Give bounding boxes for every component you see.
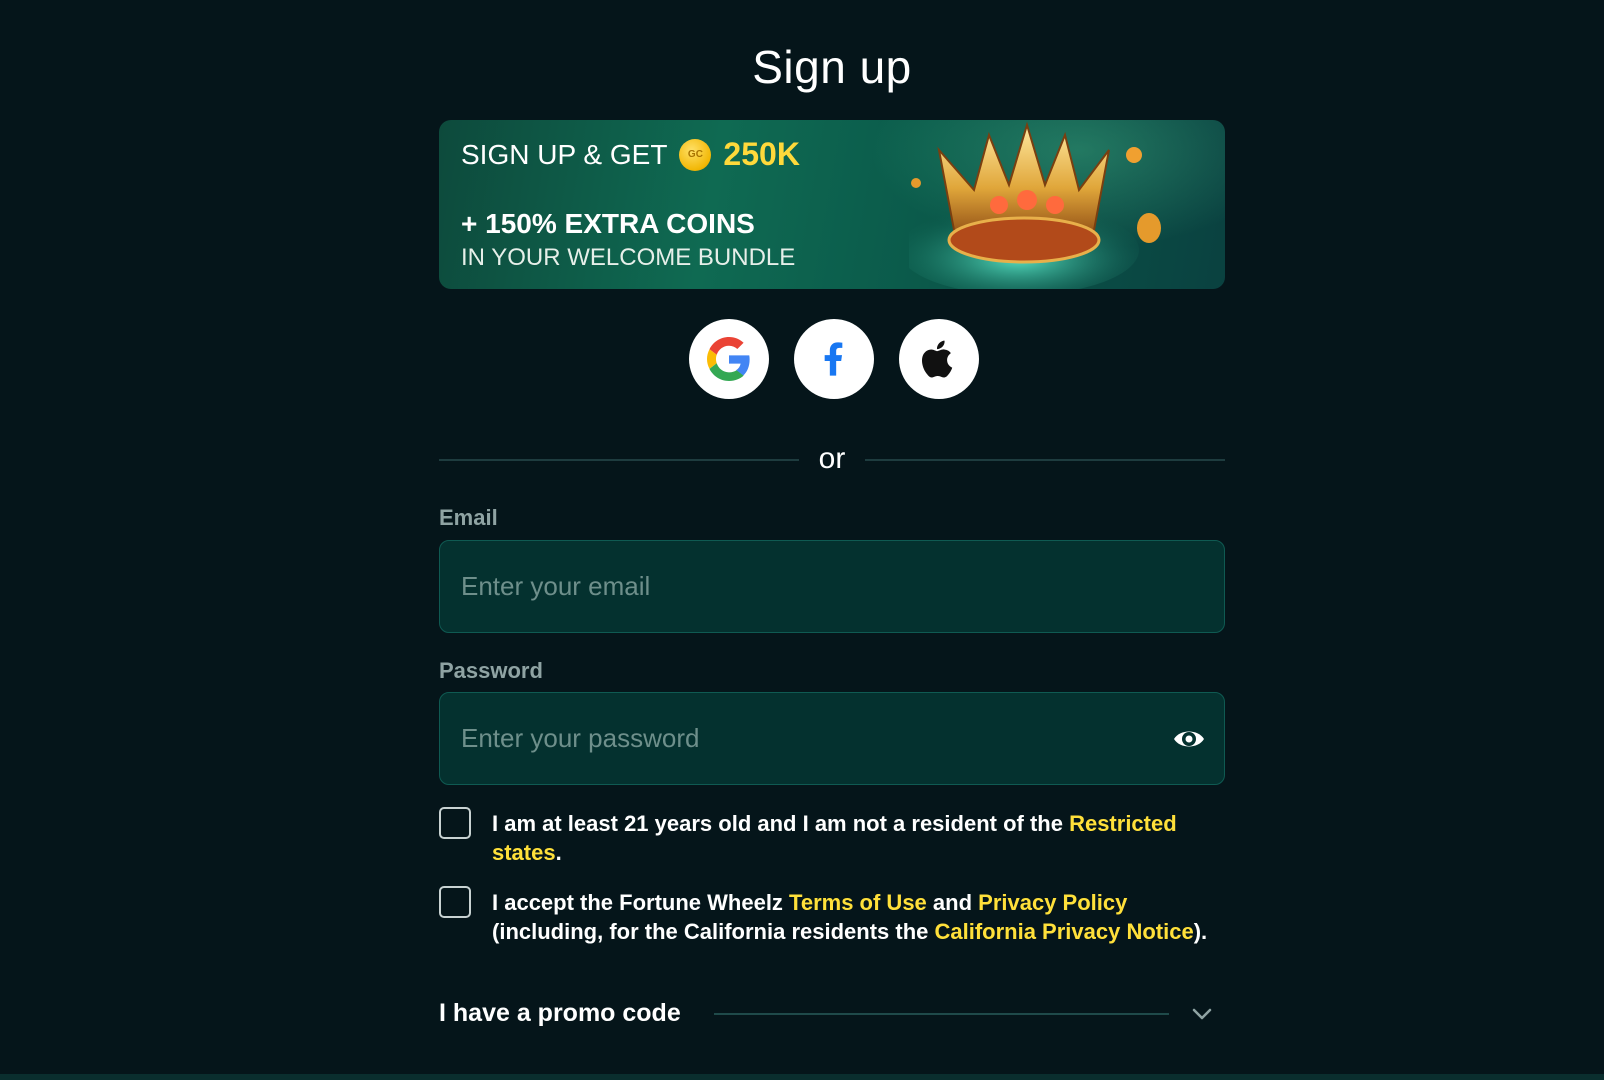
promo-code-label: I have a promo code — [439, 999, 681, 1027]
apple-signup-button[interactable] — [899, 319, 979, 399]
age-consent-period: . — [555, 840, 562, 865]
social-login-group — [689, 319, 979, 399]
terms-text-part1: I accept the Fortune Wheelz — [492, 890, 790, 915]
chevron-down-icon[interactable] — [1189, 1001, 1215, 1027]
password-field-wrapper — [439, 692, 1225, 785]
banner-offer-prefix: SIGN UP & GET — [461, 138, 668, 170]
banner-bundle-text: IN YOUR WELCOME BUNDLE — [461, 244, 796, 271]
signup-page: Sign up SIGN UP & GET GC 250K + 150% EXT… — [0, 0, 1604, 1080]
or-divider: or — [439, 442, 1225, 478]
welcome-banner: SIGN UP & GET GC 250K + 150% EXTRA COINS… — [439, 120, 1225, 289]
banner-offer-line: SIGN UP & GET GC 250K — [461, 136, 800, 173]
promo-divider-line — [714, 1013, 1169, 1015]
crown-illustration — [909, 121, 1161, 289]
terms-consent-text: I accept the Fortune Wheelz Terms of Use… — [492, 888, 1212, 946]
terms-of-use-link[interactable]: Terms of Use — [789, 890, 927, 915]
terms-text-part4: ). — [1193, 919, 1208, 944]
google-icon — [707, 337, 750, 381]
promo-code-toggle[interactable]: I have a promo code — [439, 995, 1225, 1035]
google-signup-button[interactable] — [689, 319, 769, 399]
facebook-signup-button[interactable] — [794, 319, 874, 399]
banner-extra-coins: + 150% EXTRA COINS — [461, 208, 755, 239]
gold-coin-icon: GC — [679, 138, 712, 171]
email-field-wrapper — [439, 540, 1225, 633]
privacy-policy-link[interactable]: Privacy Policy — [978, 890, 1127, 915]
terms-text-part2: and — [926, 890, 979, 915]
terms-consent-row: I accept the Fortune Wheelz Terms of Use… — [439, 886, 1225, 976]
eye-icon[interactable] — [1172, 725, 1206, 753]
terms-text-part3: (including, for the California residents… — [492, 919, 935, 944]
password-label: Password — [439, 658, 543, 683]
apple-icon — [922, 340, 953, 378]
facebook-icon — [824, 342, 843, 376]
email-input[interactable] — [440, 541, 1224, 632]
age-consent-statement: I am at least 21 years old and I am not … — [492, 811, 1070, 836]
california-privacy-notice-link[interactable]: California Privacy Notice — [934, 919, 1193, 944]
banner-amount: 250K — [723, 136, 800, 172]
age-consent-checkbox[interactable] — [439, 807, 471, 839]
age-consent-row: I am at least 21 years old and I am not … — [439, 807, 1225, 867]
divider-line-right — [865, 459, 1225, 461]
page-title: Sign up — [752, 41, 912, 93]
password-input[interactable] — [440, 693, 1224, 784]
age-consent-text: I am at least 21 years old and I am not … — [492, 809, 1212, 867]
page-bottom-strip — [0, 1074, 1604, 1080]
terms-consent-checkbox[interactable] — [439, 886, 471, 918]
email-label: Email — [439, 505, 498, 530]
